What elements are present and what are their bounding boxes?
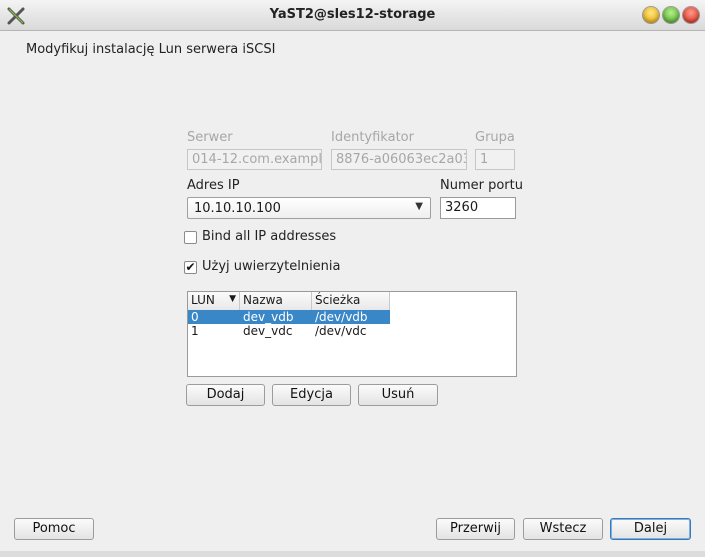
cell-path: /dev/vdb bbox=[315, 310, 368, 324]
bind-all-checkbox[interactable] bbox=[184, 231, 197, 244]
identifier-field: 8876-a06063ec2a03 bbox=[331, 149, 467, 170]
window-title: YaST2@sles12-storage bbox=[269, 7, 436, 22]
page-title: Modyfikuj instalację Lun serwera iSCSI bbox=[26, 42, 276, 57]
server-label: Serwer bbox=[187, 130, 233, 145]
group-label: Grupa bbox=[475, 130, 515, 145]
edit-button[interactable]: Edycja bbox=[272, 384, 351, 406]
group-field: 1 bbox=[475, 149, 515, 170]
table-row[interactable]: 1 dev_vdc /dev/vdc bbox=[188, 324, 390, 338]
identifier-label: Identyfikator bbox=[331, 130, 414, 145]
next-button[interactable]: Dalej bbox=[610, 518, 691, 540]
port-label: Numer portu bbox=[440, 178, 523, 193]
add-button[interactable]: Dodaj bbox=[186, 384, 265, 406]
cell-name: dev_vdb bbox=[243, 310, 294, 324]
cell-name: dev_vdc bbox=[243, 324, 293, 338]
close-icon[interactable] bbox=[683, 7, 699, 23]
back-button[interactable]: Wstecz bbox=[523, 518, 603, 540]
help-button[interactable]: Pomoc bbox=[14, 518, 94, 540]
delete-button[interactable]: Usuń bbox=[358, 384, 438, 406]
lun-table[interactable]: LUN ▼ Nazwa Ścieżka 0 dev_vdb /dev/vdb 1… bbox=[187, 291, 517, 377]
cell-lun: 1 bbox=[191, 324, 199, 338]
cell-lun: 0 bbox=[191, 310, 199, 324]
table-row[interactable]: 0 dev_vdb /dev/vdb bbox=[188, 310, 390, 324]
ip-address-value: 10.10.10.100 bbox=[194, 201, 281, 216]
window-bottom-edge bbox=[0, 551, 705, 557]
sort-down-icon: ▼ bbox=[229, 294, 236, 304]
table-header: LUN ▼ Nazwa Ścieżka bbox=[188, 292, 390, 311]
column-header-name[interactable]: Nazwa bbox=[240, 292, 312, 310]
chevron-down-icon: ▼ bbox=[415, 201, 423, 212]
cell-path: /dev/vdc bbox=[315, 324, 367, 338]
title-bar[interactable]: YaST2@sles12-storage bbox=[0, 0, 705, 31]
checkmark-icon: ✔ bbox=[185, 260, 196, 274]
auth-label[interactable]: Użyj uwierzytelnienia bbox=[202, 259, 341, 274]
column-header-path[interactable]: Ścieżka bbox=[312, 292, 390, 310]
server-field: 014-12.com.example bbox=[187, 149, 322, 170]
bind-all-label[interactable]: Bind all IP addresses bbox=[202, 229, 336, 244]
minimize-icon[interactable] bbox=[643, 7, 659, 23]
auth-checkbox[interactable]: ✔ bbox=[184, 261, 197, 274]
abort-button[interactable]: Przerwij bbox=[436, 518, 515, 540]
maximize-icon[interactable] bbox=[663, 7, 679, 23]
ip-address-combo[interactable]: 10.10.10.100 ▼ bbox=[187, 197, 431, 219]
ip-address-label: Adres IP bbox=[187, 178, 240, 193]
port-field[interactable]: 3260 bbox=[440, 197, 516, 219]
column-header-lun[interactable]: LUN ▼ bbox=[188, 292, 240, 310]
